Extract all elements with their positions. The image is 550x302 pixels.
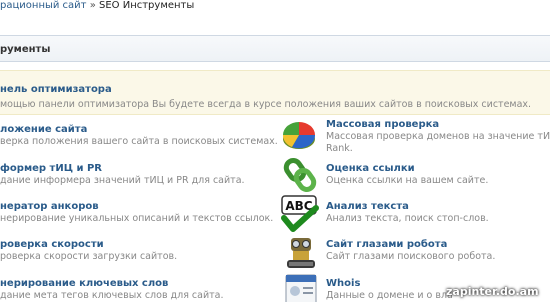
pie-chart-icon[interactable]: [280, 116, 318, 154]
tool-description: Анализ текста, поиск стоп-слов.: [326, 213, 489, 224]
banner-title[interactable]: нель оптимизатора: [0, 84, 112, 95]
breadcrumb-parent-link[interactable]: рационный сайт: [0, 0, 87, 11]
tool-item-bulk-check[interactable]: Массовая проверка Массовая проверка доме…: [326, 118, 550, 155]
tool-item-site-position[interactable]: ложение сайта верка положения вашего сай…: [0, 123, 278, 148]
tool-description: дание мета тегов ключевых слов для сайта…: [0, 290, 224, 301]
tool-description: верка положения вашего сайта в поисковых…: [0, 136, 278, 147]
tool-description: дание информера значений тИЦ и PR для са…: [0, 175, 245, 186]
tool-title[interactable]: ложение сайта: [0, 123, 278, 136]
watermark-text: zapinter.do.am: [446, 285, 539, 298]
tool-title[interactable]: Анализ текста: [326, 200, 489, 213]
tool-item-link-evaluation[interactable]: Оценка ссылки Оценка ссылки на вашем сай…: [326, 162, 488, 187]
tool-description: нерирование уникальных описаний и тексто…: [0, 213, 274, 224]
breadcrumb: рационный сайт » SEO Инструменты: [0, 0, 550, 14]
tool-item-informer[interactable]: формер тИЦ и PR дание информера значений…: [0, 162, 245, 187]
tool-title[interactable]: Оценка ссылки: [326, 162, 488, 175]
tool-item-keyword-generator[interactable]: нерирование ключевых слов дание мета тег…: [0, 277, 224, 302]
tool-title[interactable]: роверка скорости: [0, 238, 177, 251]
tool-title[interactable]: нерирование ключевых слов: [0, 277, 224, 290]
tool-description: Сайт глазами поискового робота.: [326, 251, 496, 262]
tool-item-anchor-generator[interactable]: нератор анкоров нерирование уникальных о…: [0, 200, 273, 225]
tool-description: роверка скорости загрузки сайтов.: [0, 251, 178, 262]
section-header: рументы: [0, 35, 550, 62]
breadcrumb-current: SEO Инструменты: [99, 0, 195, 11]
tool-item-robot-view[interactable]: Сайт глазами робота Сайт глазами поисков…: [326, 238, 495, 263]
tool-title[interactable]: Whois: [326, 277, 453, 290]
tool-item-whois[interactable]: Whois Данные о домене и о вла: [326, 277, 453, 302]
tool-description: Массовая проверка доменов на значение тИ…: [326, 131, 550, 142]
banner-description: мощью панели оптимизатора Вы будете всег…: [0, 99, 532, 110]
robot-icon[interactable]: [282, 234, 320, 272]
breadcrumb-separator: »: [89, 0, 96, 11]
tool-title[interactable]: формер тИЦ и PR: [0, 162, 245, 175]
tool-title[interactable]: Массовая проверка: [326, 118, 550, 131]
tool-title[interactable]: нератор анкоров: [0, 200, 273, 213]
tool-description: Данные о домене и о вла: [326, 290, 453, 301]
tool-description: Оценка ссылки на вашем сайте.: [326, 175, 489, 186]
section-title: рументы: [0, 44, 51, 55]
tool-description-continued: Rank.: [326, 143, 353, 154]
tool-item-text-analysis[interactable]: Анализ текста Анализ текста, поиск стоп-…: [326, 200, 489, 225]
id-card-icon[interactable]: [282, 272, 320, 302]
optimizer-panel-banner[interactable]: нель оптимизатора мощью панели оптимизат…: [0, 70, 550, 115]
tool-title[interactable]: Сайт глазами робота: [326, 238, 495, 251]
tool-item-speed-check[interactable]: роверка скорости роверка скорости загруз…: [0, 238, 177, 263]
chain-link-icon[interactable]: [282, 156, 320, 194]
abc-check-icon[interactable]: ABC: [280, 194, 319, 232]
